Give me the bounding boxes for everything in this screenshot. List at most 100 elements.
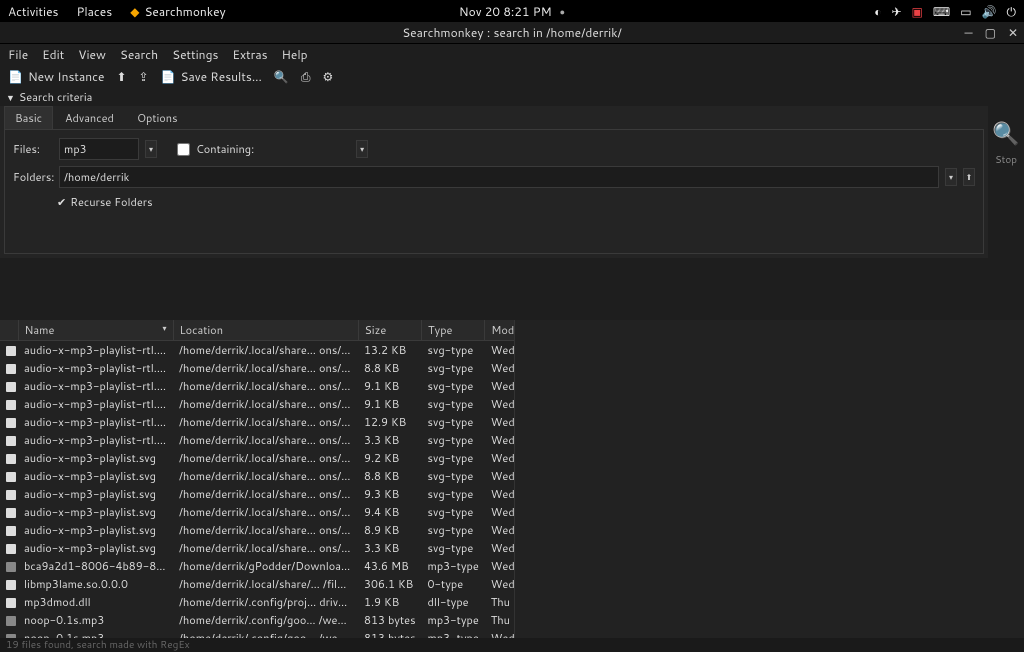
table-row[interactable]: audio-x-mp3-playlist.svg/home/derrik/.lo… [0, 449, 515, 467]
keyboard-icon[interactable]: ⌨ [933, 3, 950, 20]
cell-size: 13.2 KB [358, 341, 422, 360]
tab-options[interactable]: Options [126, 106, 189, 129]
table-row[interactable]: audio-x-mp3-playlist-rtl.svg/home/derrik… [0, 359, 515, 377]
new-instance-button[interactable]: 📄 New Instance [8, 68, 104, 85]
cell-location: /home/derrik/.config/proj… drive_c/windo… [173, 593, 358, 611]
table-row[interactable]: noop-0.1s.mp3/home/derrik/.config/goo… /… [0, 629, 515, 638]
document-file-icon [6, 508, 16, 518]
cell-name: audio-x-mp3-playlist-rtl.svg [18, 359, 173, 377]
table-row[interactable]: mp3dmod.dll/home/derrik/.config/proj… dr… [0, 593, 515, 611]
table-row[interactable]: audio-x-mp3-playlist-rtl.svg/home/derrik… [0, 431, 515, 449]
table-row[interactable]: audio-x-mp3-playlist-rtl.svg/home/derrik… [0, 377, 515, 395]
network-icon[interactable]: ▭ [960, 3, 971, 20]
telegram-icon[interactable]: ✈ [891, 3, 901, 20]
export-icon[interactable]: ⇪ [139, 68, 149, 85]
cell-location: /home/derrik/.local/share… ons/elementar… [173, 467, 358, 485]
app-menu[interactable]: ◆ Searchmonkey [130, 3, 226, 20]
col-modified[interactable]: Modified [485, 320, 515, 341]
menu-edit[interactable]: Edit [42, 46, 64, 63]
table-row[interactable]: libmp3lame.so.0.0.0/home/derrik/.local/s… [0, 575, 515, 593]
cell-modified: Wed 31 Dec 1969 07 [485, 449, 515, 467]
minimize-button[interactable]: — [964, 24, 972, 41]
start-search-button[interactable]: 🔍 [992, 118, 1019, 149]
search-side-panel: 🔍 Stop [988, 106, 1024, 258]
search-criteria-label: Search criteria [19, 89, 93, 105]
search-criteria-header[interactable]: ▼ Search criteria [0, 88, 1024, 106]
cell-name: audio-x-mp3-playlist.svg [18, 539, 173, 557]
table-row[interactable]: audio-x-mp3-playlist.svg/home/derrik/.lo… [0, 467, 515, 485]
document-file-icon [6, 346, 16, 356]
sort-desc-icon: ▾ [162, 322, 166, 334]
files-input[interactable]: mp3 [59, 138, 139, 160]
save-results-button[interactable]: 📄 Save Results... [161, 68, 262, 85]
table-row[interactable]: audio-x-mp3-playlist.svg/home/derrik/.lo… [0, 485, 515, 503]
cell-type: 0-type [422, 575, 485, 593]
discord-icon[interactable]: ▣ [912, 3, 923, 20]
cell-modified: Wed 31 Dec 1969 07 [485, 395, 515, 413]
recurse-folders-checkbox[interactable]: Recurse Folders [70, 194, 152, 210]
cell-location: /home/derrik/.local/share… ons/elementar… [173, 359, 358, 377]
cell-location: /home/derrik/.local/share… ons/elementar… [173, 539, 358, 557]
table-row[interactable]: audio-x-mp3-playlist.svg/home/derrik/.lo… [0, 539, 515, 557]
table-row[interactable]: audio-x-mp3-playlist-rtl.svg/home/derrik… [0, 395, 515, 413]
tab-basic[interactable]: Basic [4, 106, 53, 129]
document-file-icon [6, 454, 16, 464]
containing-checkbox[interactable] [177, 143, 190, 156]
cell-type: svg-type [422, 377, 485, 395]
document-file-icon [6, 418, 16, 428]
stop-search-button[interactable]: Stop [995, 153, 1017, 167]
table-row[interactable]: audio-x-mp3-playlist-rtl.svg/home/derrik… [0, 341, 515, 360]
menu-search[interactable]: Search [120, 46, 158, 63]
document-file-icon [6, 472, 16, 482]
table-row[interactable]: audio-x-mp3-playlist.svg/home/derrik/.lo… [0, 503, 515, 521]
folders-browse[interactable]: ⬆ [963, 168, 975, 186]
search-icon[interactable]: 🔍 [274, 68, 289, 85]
power-icon[interactable]: ⏻ [1007, 3, 1017, 20]
folders-input[interactable]: /home/derrik [59, 166, 939, 188]
places-button[interactable]: Places [77, 3, 113, 20]
menu-settings[interactable]: Settings [172, 46, 218, 63]
table-row[interactable]: audio-x-mp3-playlist-rtl.svg/home/derrik… [0, 413, 515, 431]
results-pane: Name▾ Location Size Type Modified audio-… [0, 320, 1024, 638]
cell-location: /home/derrik/.local/share… ons/elementar… [173, 413, 358, 431]
col-size[interactable]: Size [358, 320, 422, 341]
music-file-icon [6, 634, 16, 638]
cell-size: 9.1 KB [358, 395, 422, 413]
menu-help[interactable]: Help [282, 46, 308, 63]
files-dropdown[interactable]: ▾ [145, 140, 157, 158]
gear-icon[interactable]: ⚙ [322, 68, 333, 85]
cell-location: /home/derrik/.local/share… ons/elementar… [173, 485, 358, 503]
cell-size: 813 bytes [358, 629, 422, 638]
collapse-icon: ▼ [6, 91, 15, 104]
document-file-icon [6, 490, 16, 500]
close-button[interactable]: ✕ [1008, 24, 1018, 41]
tab-advanced[interactable]: Advanced [54, 106, 125, 129]
import-icon[interactable]: ⬆ [116, 68, 126, 85]
activities-button[interactable]: Activities [8, 3, 59, 20]
menu-file[interactable]: File [8, 46, 28, 63]
table-row[interactable]: noop-0.1s.mp3/home/derrik/.config/goo… /… [0, 611, 515, 629]
volume-icon[interactable]: 🔊 [982, 3, 997, 20]
col-icon[interactable] [0, 320, 18, 341]
menu-bar: File Edit View Search Settings Extras He… [0, 44, 1024, 64]
folders-dropdown[interactable]: ▾ [945, 168, 957, 186]
gnome-top-bar: Activities Places ◆ Searchmonkey Nov 20 … [0, 0, 1024, 22]
print-icon[interactable]: ⎙ [301, 68, 311, 85]
cell-size: 3.3 KB [358, 539, 422, 557]
col-type[interactable]: Type [422, 320, 485, 341]
cell-size: 3.3 KB [358, 431, 422, 449]
preview-pane [515, 320, 1024, 638]
tray-icon-1[interactable]: ◐ [874, 3, 881, 20]
col-name[interactable]: Name▾ [18, 320, 173, 341]
menu-extras[interactable]: Extras [232, 46, 267, 63]
menu-view[interactable]: View [78, 46, 106, 63]
table-row[interactable]: audio-x-mp3-playlist.svg/home/derrik/.lo… [0, 521, 515, 539]
document-file-icon [6, 364, 16, 374]
cell-location: /home/derrik/.config/goo… /web_accessibl… [173, 611, 358, 629]
maximize-button[interactable]: ▢ [985, 24, 996, 41]
clock[interactable]: Nov 20 8:21 PM [459, 3, 552, 20]
containing-dropdown[interactable]: ▾ [356, 140, 368, 158]
cell-type: svg-type [422, 359, 485, 377]
col-location[interactable]: Location [173, 320, 358, 341]
table-row[interactable]: bca9a2d1-8006-4b89-8c74-37ffbc17c082.mp3… [0, 557, 515, 575]
